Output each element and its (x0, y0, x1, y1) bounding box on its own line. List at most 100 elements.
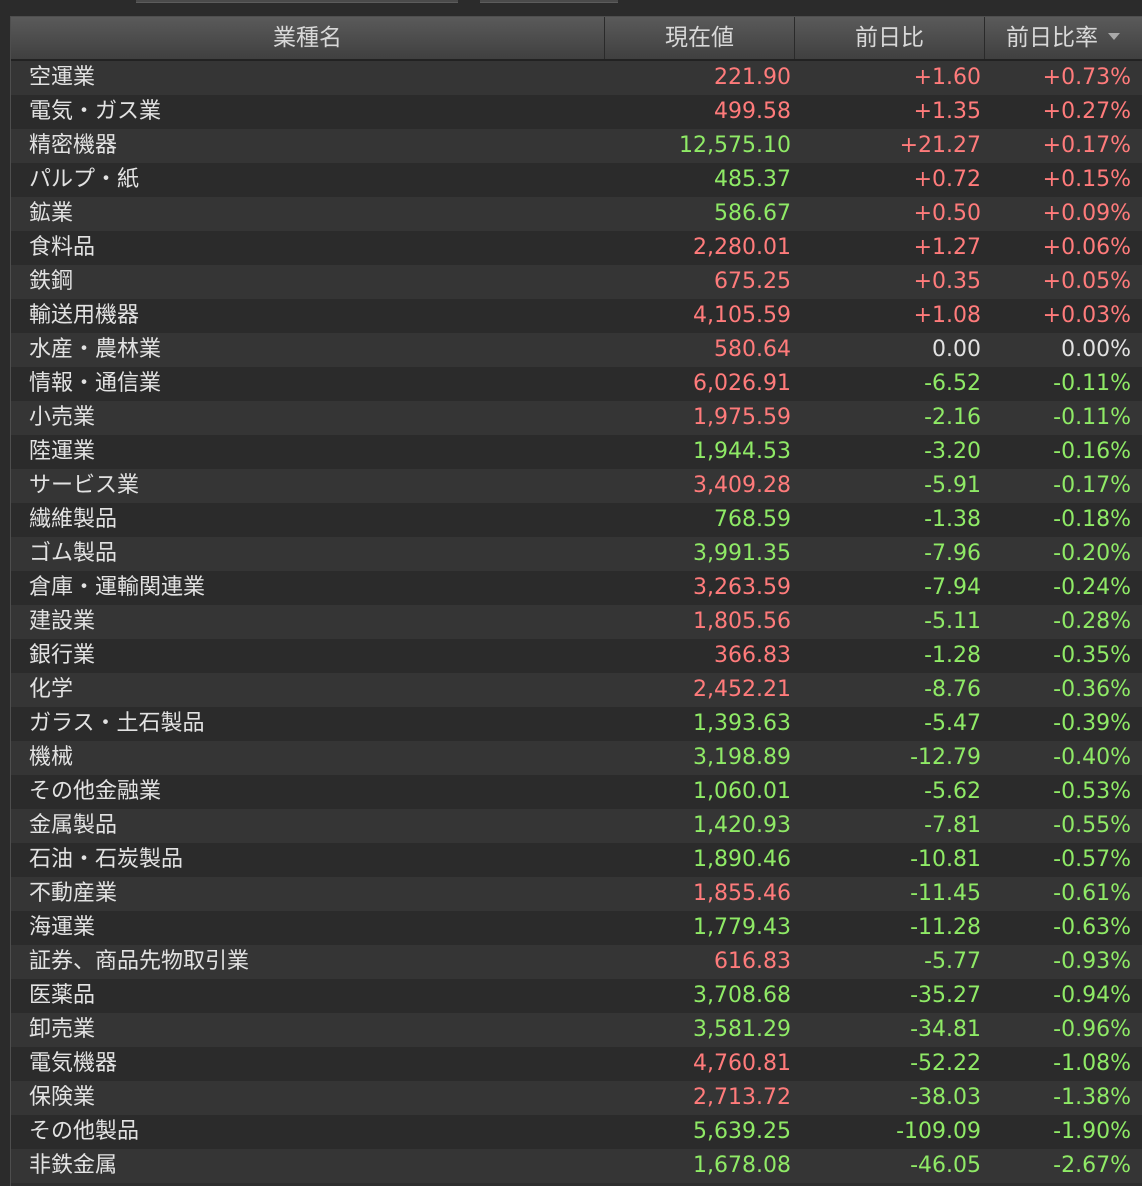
table-row[interactable]: 食料品 2,280.01 +1.27 +0.06% (11, 231, 1142, 265)
current-price: 1,779.43 (693, 915, 791, 940)
current-price: 1,944.53 (693, 439, 791, 464)
table-row[interactable]: その他製品 5,639.25 -109.09 -1.90% (11, 1115, 1142, 1149)
price-change-percent: +0.15% (1042, 167, 1131, 192)
sector-name: 食料品 (29, 235, 96, 260)
current-price: 1,393.63 (693, 711, 791, 736)
current-price: 616.83 (714, 949, 791, 974)
price-change: -7.94 (924, 575, 981, 600)
column-header-diff[interactable]: 前日比 (795, 17, 985, 59)
price-change-percent: +0.09% (1042, 201, 1131, 226)
sector-name: その他金融業 (29, 779, 162, 804)
sector-name: 建設業 (29, 609, 96, 634)
table-row[interactable]: 建設業 1,805.56 -5.11 -0.28% (11, 605, 1142, 639)
table-row[interactable]: 空運業 221.90 +1.60 +0.73% (11, 61, 1142, 95)
table-row[interactable]: 水産・農林業 580.64 0.00 0.00% (11, 333, 1142, 367)
column-header-pct[interactable]: 前日比率 (985, 17, 1141, 59)
table-row[interactable]: 鉄鋼 675.25 +0.35 +0.05% (11, 265, 1142, 299)
table-row[interactable]: 卸売業 3,581.29 -34.81 -0.96% (11, 1013, 1142, 1047)
current-price: 3,708.68 (693, 983, 791, 1008)
sector-name: 繊維製品 (29, 507, 118, 532)
column-header-name-label: 業種名 (273, 25, 342, 51)
table-row[interactable]: 機械 3,198.89 -12.79 -0.40% (11, 741, 1142, 775)
price-change: -7.81 (924, 813, 981, 838)
current-price: 580.64 (714, 337, 791, 362)
price-change: -8.76 (924, 677, 981, 702)
table-row[interactable]: 情報・通信業 6,026.91 -6.52 -0.11% (11, 367, 1142, 401)
price-change-percent: +0.06% (1042, 235, 1131, 260)
current-price: 4,760.81 (693, 1051, 791, 1076)
price-change-percent: -0.39% (1053, 711, 1131, 736)
table-row[interactable]: 証券、商品先物取引業 616.83 -5.77 -0.93% (11, 945, 1142, 979)
table-row[interactable]: 医薬品 3,708.68 -35.27 -0.94% (11, 979, 1142, 1013)
table-row[interactable]: ガラス・土石製品 1,393.63 -5.47 -0.39% (11, 707, 1142, 741)
price-change: -109.09 (896, 1119, 981, 1144)
column-header-name[interactable]: 業種名 (11, 17, 605, 59)
price-change-percent: +0.73% (1042, 65, 1131, 90)
price-change: -5.47 (924, 711, 981, 736)
table-row[interactable]: ゴム製品 3,991.35 -7.96 -0.20% (11, 537, 1142, 571)
table-row[interactable]: 繊維製品 768.59 -1.38 -0.18% (11, 503, 1142, 537)
table-row[interactable]: 電気機器 4,760.81 -52.22 -1.08% (11, 1047, 1142, 1081)
toolbar-control-right[interactable] (480, 0, 618, 3)
table-row[interactable]: 輸送用機器 4,105.59 +1.08 +0.03% (11, 299, 1142, 333)
price-change: -12.79 (910, 745, 981, 770)
table-row[interactable]: 陸運業 1,944.53 -3.20 -0.16% (11, 435, 1142, 469)
current-price: 366.83 (714, 643, 791, 668)
sector-name: 水産・農林業 (29, 337, 162, 362)
table-row[interactable]: 保険業 2,713.72 -38.03 -1.38% (11, 1081, 1142, 1115)
current-price: 1,420.93 (693, 813, 791, 838)
price-change: -11.45 (910, 881, 981, 906)
price-change-percent: -0.94% (1053, 983, 1131, 1008)
table-row[interactable]: 小売業 1,975.59 -2.16 -0.11% (11, 401, 1142, 435)
sector-name: 陸運業 (29, 439, 96, 464)
table-row[interactable]: その他金融業 1,060.01 -5.62 -0.53% (11, 775, 1142, 809)
column-header-price[interactable]: 現在値 (605, 17, 795, 59)
current-price: 485.37 (714, 167, 791, 192)
price-change-percent: -0.96% (1053, 1017, 1131, 1042)
price-change-percent: -0.55% (1053, 813, 1131, 838)
price-change: -35.27 (910, 983, 981, 1008)
table-row[interactable]: 石油・石炭製品 1,890.46 -10.81 -0.57% (11, 843, 1142, 877)
table-row[interactable]: 金属製品 1,420.93 -7.81 -0.55% (11, 809, 1142, 843)
table-row[interactable]: 倉庫・運輸関連業 3,263.59 -7.94 -0.24% (11, 571, 1142, 605)
sector-name: 不動産業 (29, 881, 118, 906)
sector-name: 電気・ガス業 (29, 99, 162, 124)
price-change: -6.52 (924, 371, 981, 396)
sector-name: 機械 (29, 745, 74, 770)
toolbar-control-left[interactable] (136, 0, 458, 3)
price-change-percent: +0.17% (1042, 133, 1131, 158)
price-change: -5.62 (924, 779, 981, 804)
sector-name: 非鉄金属 (29, 1153, 118, 1178)
sector-name: 保険業 (29, 1085, 96, 1110)
table-row[interactable]: サービス業 3,409.28 -5.91 -0.17% (11, 469, 1142, 503)
table-row[interactable]: 不動産業 1,855.46 -11.45 -0.61% (11, 877, 1142, 911)
price-change: -11.28 (910, 915, 981, 940)
sector-name: 電気機器 (29, 1051, 118, 1076)
current-price: 1,975.59 (693, 405, 791, 430)
sector-name: 化学 (29, 677, 74, 702)
table-body: 空運業 221.90 +1.60 +0.73% 電気・ガス業 499.58 +1.35 +0.… (11, 61, 1142, 1183)
sector-name: 小売業 (29, 405, 96, 430)
current-price: 1,890.46 (693, 847, 791, 872)
sector-name: 銀行業 (29, 643, 96, 668)
table-row[interactable]: 電気・ガス業 499.58 +1.35 +0.27% (11, 95, 1142, 129)
sector-name: 海運業 (29, 915, 96, 940)
table-row[interactable]: 鉱業 586.67 +0.50 +0.09% (11, 197, 1142, 231)
table-row[interactable]: 銀行業 366.83 -1.28 -0.35% (11, 639, 1142, 673)
column-header-pct-label: 前日比率 (1006, 25, 1098, 51)
price-change-percent: -0.11% (1053, 405, 1131, 430)
price-change: +0.72 (913, 167, 981, 192)
price-change: 0.00 (932, 337, 981, 362)
table-row[interactable]: 非鉄金属 1,678.08 -46.05 -2.67% (11, 1149, 1142, 1183)
sector-name: 医薬品 (29, 983, 96, 1008)
sector-name: 鉱業 (29, 201, 74, 226)
current-price: 5,639.25 (693, 1119, 791, 1144)
table-row[interactable]: 化学 2,452.21 -8.76 -0.36% (11, 673, 1142, 707)
sector-name: 石油・石炭製品 (29, 847, 184, 872)
price-change: +0.50 (913, 201, 981, 226)
table-row[interactable]: パルプ・紙 485.37 +0.72 +0.15% (11, 163, 1142, 197)
price-change-percent: -1.90% (1053, 1119, 1131, 1144)
table-row[interactable]: 精密機器 12,575.10 +21.27 +0.17% (11, 129, 1142, 163)
table-row[interactable]: 海運業 1,779.43 -11.28 -0.63% (11, 911, 1142, 945)
sort-descending-icon (1108, 33, 1120, 40)
